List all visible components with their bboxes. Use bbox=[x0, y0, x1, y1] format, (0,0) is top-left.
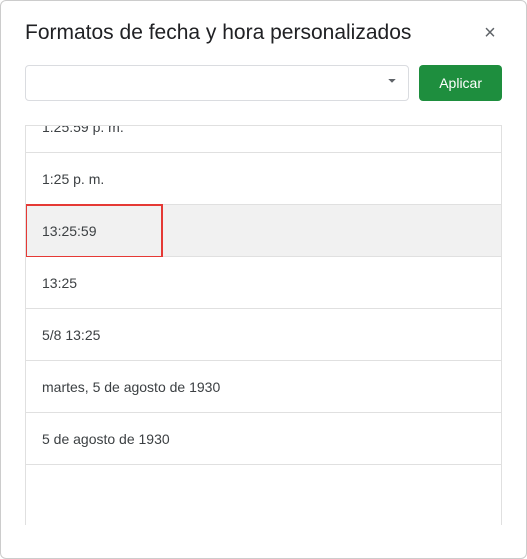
dialog-header: Formatos de fecha y hora personalizados … bbox=[25, 21, 502, 45]
list-item-label: 1:25 p. m. bbox=[42, 171, 104, 187]
list-item-label: 13:25:59 bbox=[42, 223, 97, 239]
list-item-label: 5 de agosto de 1930 bbox=[42, 431, 170, 447]
custom-datetime-dialog: Formatos de fecha y hora personalizados … bbox=[0, 0, 527, 559]
list-filler bbox=[26, 465, 501, 525]
list-item[interactable]: 13:25:59 bbox=[26, 205, 501, 257]
list-item-label: 5/8 13:25 bbox=[42, 327, 100, 343]
list-item[interactable]: 1:25:59 p. m. bbox=[26, 125, 501, 153]
control-row: Aplicar bbox=[25, 65, 502, 101]
list-item-label: 1:25:59 p. m. bbox=[42, 125, 124, 135]
list-item[interactable]: martes, 5 de agosto de 1930 bbox=[26, 361, 501, 413]
close-icon: × bbox=[484, 22, 496, 45]
list-item[interactable]: 5 de agosto de 1930 bbox=[26, 413, 501, 465]
format-input[interactable] bbox=[25, 65, 409, 101]
list-item-label: martes, 5 de agosto de 1930 bbox=[42, 379, 220, 395]
format-select-wrap bbox=[25, 65, 409, 101]
close-button[interactable]: × bbox=[478, 21, 502, 45]
format-list[interactable]: 1:25:59 p. m. 1:25 p. m. 13:25:59 13:25 5/8 … bbox=[25, 125, 502, 525]
apply-button[interactable]: Aplicar bbox=[419, 65, 502, 101]
list-item[interactable]: 5/8 13:25 bbox=[26, 309, 501, 361]
list-item[interactable]: 13:25 bbox=[26, 257, 501, 309]
list-item[interactable]: 1:25 p. m. bbox=[26, 153, 501, 205]
dialog-title: Formatos de fecha y hora personalizados bbox=[25, 21, 411, 45]
list-item-label: 13:25 bbox=[42, 275, 77, 291]
